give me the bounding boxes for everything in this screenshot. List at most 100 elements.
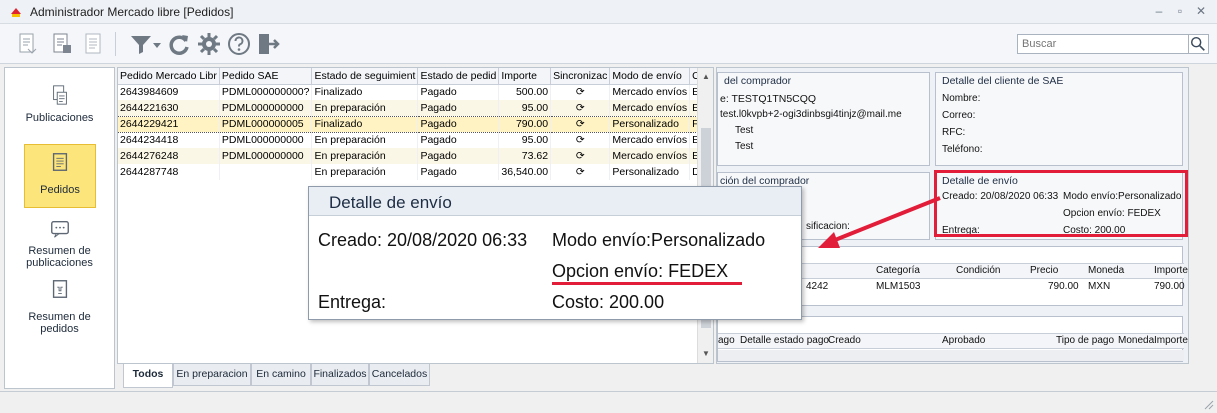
status-bar xyxy=(0,391,1217,413)
table-row[interactable]: 2643984609 PDML000000000? Finalizado Pag… xyxy=(118,84,713,100)
scroll-down-icon[interactable]: ▼ xyxy=(702,349,710,358)
column-header[interactable]: Importe xyxy=(1154,265,1188,276)
gear-icon[interactable] xyxy=(196,31,222,57)
table-row[interactable]: 2644234418 PDML000000000 En preparación … xyxy=(118,132,713,148)
table-row[interactable]: 2644287748 En preparación Pagado 36,540.… xyxy=(118,164,713,180)
item-currency: MXN xyxy=(1088,281,1111,292)
column-header[interactable]: Moneda xyxy=(1088,265,1124,276)
refresh-icon[interactable] xyxy=(166,31,192,57)
highlight-box xyxy=(934,170,1188,237)
item-price: 790.00 xyxy=(1048,281,1079,292)
tab-finalizados[interactable]: Finalizados xyxy=(311,364,369,386)
column-header[interactable]: Tipo de pago xyxy=(1056,335,1114,346)
cell-shipping-mode: Mercado envíos xyxy=(609,100,691,116)
maximize-button[interactable]: ▫ xyxy=(1172,4,1188,18)
column-header[interactable]: Pedido Mercado Libr xyxy=(118,68,220,85)
buyer-email: test.l0kvpb+2-ogi3dinbsgi4tinjz@mail.me xyxy=(720,109,902,120)
column-header[interactable]: Condición xyxy=(956,265,1000,276)
sync-icon[interactable]: ⟳ xyxy=(550,164,611,180)
group-title: del comprador xyxy=(724,75,792,87)
column-header[interactable]: Importe xyxy=(498,68,552,85)
column-header[interactable]: ago xyxy=(718,335,735,346)
sync-icon[interactable]: ⟳ xyxy=(550,115,611,133)
tab-cancelados[interactable]: Cancelados xyxy=(369,364,430,386)
cell-order-id: 2643984609 xyxy=(118,84,220,100)
column-header[interactable]: Estado de pedid xyxy=(417,68,500,85)
cell-tracking-status: En preparación xyxy=(311,132,419,148)
tab-en-preparacion[interactable]: En preparacion xyxy=(173,364,251,386)
column-header[interactable]: Moneda xyxy=(1118,335,1154,346)
column-header[interactable]: Modo de envío xyxy=(609,68,691,85)
sidebar-item-resumen-publicaciones[interactable]: Resumen de publicaciones xyxy=(5,218,114,272)
sync-icon[interactable]: ⟳ xyxy=(550,84,611,100)
shipping-detail-zoom: Detalle de envío Creado: 20/08/2020 06:3… xyxy=(308,186,802,320)
column-header[interactable]: Creado xyxy=(828,335,861,346)
client-rfc-label: RFC: xyxy=(942,127,966,138)
document-icon[interactable] xyxy=(80,31,106,57)
export-doc-icon[interactable] xyxy=(48,31,74,57)
resize-grip-icon[interactable] xyxy=(1202,398,1214,410)
popup-created: Creado: 20/08/2020 06:33 xyxy=(318,230,528,250)
cell-shipping-mode: Mercado envíos xyxy=(609,148,691,164)
sidebar-item-label: Pedidos xyxy=(40,184,80,196)
client-email-label: Correo: xyxy=(942,110,976,121)
sync-icon[interactable]: ⟳ xyxy=(550,100,611,116)
tab-todos[interactable]: Todos xyxy=(123,364,173,388)
column-header[interactable]: Detalle estado pago xyxy=(740,335,829,346)
cell-sae-order: PDML000000000 xyxy=(219,132,313,148)
sidebar: Publicaciones Pedidos Resumen de publica… xyxy=(4,67,115,389)
sidebar-item-pedidos[interactable]: Pedidos xyxy=(24,144,96,208)
payments-table: ago Detalle estado pago Creado Aprobado … xyxy=(717,316,1188,362)
exit-icon[interactable] xyxy=(255,31,281,57)
cell-order-id: 2644287748 xyxy=(118,164,220,180)
import-doc-icon[interactable] xyxy=(14,31,40,57)
help-icon[interactable] xyxy=(226,31,252,57)
sidebar-item-publicaciones[interactable]: Publicaciones xyxy=(5,82,114,132)
cell-order-id: 2644276248 xyxy=(118,148,220,164)
annotation-arrow xyxy=(818,196,941,248)
close-button[interactable]: ✕ xyxy=(1193,4,1209,18)
client-name-label: Nombre: xyxy=(942,93,981,104)
sync-icon[interactable]: ⟳ xyxy=(550,148,611,164)
sidebar-item-label-line1: Resumen de xyxy=(28,245,91,257)
title-bar: Administrador Mercado libre [Pedidos] – … xyxy=(0,0,1217,24)
search-button[interactable] xyxy=(1189,34,1209,54)
scroll-up-icon[interactable]: ▲ xyxy=(702,72,710,81)
cell-order-status: Pagado xyxy=(417,84,500,100)
table-row[interactable]: 2644221630 PDML000000000 En preparación … xyxy=(118,100,713,116)
column-header[interactable]: Precio xyxy=(1030,265,1058,276)
column-header[interactable]: Categoría xyxy=(876,265,920,276)
popup-option: Opcion envío: FEDEX xyxy=(552,261,729,281)
item-amount: 790.00 xyxy=(1154,281,1185,292)
popup-delivery: Entrega: xyxy=(318,292,387,312)
item-category: MLM1503 xyxy=(876,281,921,292)
orders-table: Pedido Mercado Libr Pedido SAE Estado de… xyxy=(118,68,713,180)
cell-shipping-mode: Mercado envíos xyxy=(609,84,691,100)
cell-amount: 36,540.00 xyxy=(498,164,552,180)
table-row-selected[interactable]: 2644229421 PDML000000005 Finalizado Paga… xyxy=(118,115,713,133)
buyer-last-name: Test xyxy=(735,141,754,152)
minimize-button[interactable]: – xyxy=(1151,4,1167,18)
horizontal-scrollbar[interactable] xyxy=(718,350,1184,361)
detail-scrollbar[interactable]: ▲ ▼ xyxy=(1188,68,1189,363)
cell-tracking-status: Finalizado xyxy=(311,84,419,100)
publications-icon xyxy=(52,85,67,105)
column-header[interactable]: Aprobado xyxy=(942,335,985,346)
receipt-icon xyxy=(52,280,67,298)
column-header[interactable]: Estado de seguimient xyxy=(311,68,419,85)
buyer-first-name: Test xyxy=(735,125,754,136)
column-header[interactable]: Importe xyxy=(1154,335,1188,346)
filter-dropdown-icon[interactable] xyxy=(150,31,164,57)
tab-en-camino[interactable]: En camino xyxy=(251,364,311,386)
sidebar-item-label-line2: pedidos xyxy=(40,323,79,335)
table-row[interactable]: 2644276248 PDML000000000 En preparación … xyxy=(118,148,713,164)
group-title: Detalle del cliente de SAE xyxy=(942,75,1064,87)
sync-icon[interactable]: ⟳ xyxy=(550,132,611,148)
sidebar-item-resumen-pedidos[interactable]: Resumen de pedidos xyxy=(5,278,114,338)
popup-underline xyxy=(552,282,742,285)
search-input[interactable] xyxy=(1017,34,1189,54)
column-header[interactable]: Pedido SAE xyxy=(219,68,313,85)
cell-sae-order: PDML000000000? xyxy=(219,84,313,100)
popup-title: Detalle de envío xyxy=(329,193,452,212)
column-header[interactable]: Sincronizac xyxy=(550,68,611,85)
